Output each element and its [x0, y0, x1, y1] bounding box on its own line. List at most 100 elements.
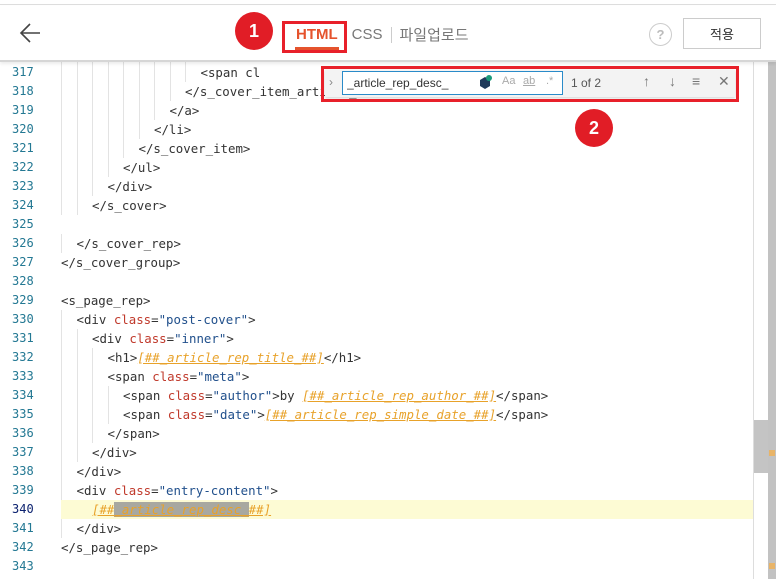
- code-token: <span: [123, 407, 168, 422]
- template-variable: _article_rep_desc_: [114, 502, 249, 517]
- code-line[interactable]: 326 </s_cover_rep>: [0, 234, 768, 253]
- code-line[interactable]: 338 </div>: [0, 462, 768, 481]
- code-line[interactable]: 336 </span>: [0, 424, 768, 443]
- code-line[interactable]: 327 </s_cover_group>: [0, 253, 768, 272]
- code-line[interactable]: 334 <span class="author">by [##_article_r…: [0, 386, 768, 405]
- tab-file-upload[interactable]: 파일업로드: [394, 24, 475, 45]
- line-number: 318: [12, 84, 34, 98]
- code-line[interactable]: 343: [0, 557, 768, 576]
- code-token: </s_cover_group>: [61, 255, 181, 270]
- code-token: >: [241, 369, 250, 384]
- code-token: =: [151, 312, 159, 327]
- code-token: </span>: [107, 426, 160, 441]
- code-token: >: [248, 312, 256, 327]
- code-token: =: [205, 407, 213, 422]
- code-token: </h1>: [323, 350, 362, 365]
- line-number: 340: [12, 502, 34, 516]
- help-button[interactable]: ?: [649, 23, 672, 46]
- code-token: "inner": [174, 331, 227, 346]
- code-editor[interactable]: 316<span cl317<span cl318</s_cover_item_…: [0, 62, 768, 579]
- ruler-match-marker: [769, 450, 775, 456]
- code-token: <s_page_rep>: [61, 293, 151, 308]
- code-token: </s_cover>: [92, 198, 167, 213]
- template-variable: [##: [92, 502, 115, 517]
- code-line[interactable]: 329 <s_page_rep>: [0, 291, 768, 310]
- code-token: >: [226, 331, 234, 346]
- template-variable: [##_article_rep_simple_date_##]: [264, 407, 497, 422]
- apply-button[interactable]: 적용: [683, 18, 761, 49]
- code-token: "date": [212, 407, 258, 422]
- code-line[interactable]: 330 <div class="post-cover">: [0, 310, 768, 329]
- back-arrow-icon[interactable]: [18, 20, 44, 46]
- code-token: <h1>: [107, 350, 138, 365]
- code-line[interactable]: 320 </li>: [0, 120, 768, 139]
- code-token: =: [151, 483, 159, 498]
- line-number: 327: [12, 255, 34, 269]
- scrollbar-thumb[interactable]: [754, 420, 768, 473]
- code-token: class: [167, 388, 206, 403]
- line-number: 341: [12, 521, 34, 535]
- template-variable: ##]: [248, 502, 272, 517]
- annotation-badge-1: 1: [235, 12, 273, 50]
- code-token: class: [167, 407, 206, 422]
- code-line[interactable]: 331 <div class="inner">: [0, 329, 768, 348]
- code-token: </div>: [76, 464, 122, 479]
- code-line[interactable]: 321 </s_cover_item>: [0, 139, 768, 158]
- code-line[interactable]: 322 </ul>: [0, 158, 768, 177]
- line-number: 334: [12, 388, 34, 402]
- code-token: "author": [212, 388, 273, 403]
- code-token: "entry-content": [158, 483, 271, 498]
- code-token: </span>: [496, 388, 549, 403]
- code-token: <div: [76, 483, 114, 498]
- code-token: >: [257, 407, 265, 422]
- vertical-scrollbar[interactable]: [753, 62, 768, 579]
- tab-css[interactable]: CSS: [346, 26, 389, 43]
- line-number: 330: [12, 312, 34, 326]
- code-token: </s_cover_rep>: [76, 236, 181, 251]
- code-line[interactable]: 340 [##_article_rep_desc_##]: [12, 500, 768, 519]
- code-token: <span: [123, 388, 168, 403]
- line-number: 337: [12, 445, 34, 459]
- code-line[interactable]: 319 </a>: [0, 101, 768, 120]
- code-line[interactable]: 337 </div>: [0, 443, 768, 462]
- code-token: <span cl: [200, 65, 261, 80]
- code-line[interactable]: 328: [0, 272, 768, 291]
- line-number: 319: [12, 103, 34, 117]
- line-number: 324: [12, 198, 34, 212]
- line-number: 329: [12, 293, 34, 307]
- code-token: "meta": [197, 369, 242, 384]
- code-line[interactable]: 335 <span class="date">[##_article_rep_si…: [0, 405, 768, 424]
- code-line[interactable]: 333 <span class="meta">: [0, 367, 768, 386]
- tab-divider: [390, 26, 392, 43]
- code-line[interactable]: 323 </div>: [0, 177, 768, 196]
- code-token: </div>: [76, 521, 122, 536]
- code-token: </s_cover_item>: [138, 141, 251, 156]
- code-token: </ul>: [123, 160, 161, 175]
- code-token: <div: [92, 331, 130, 346]
- code-line[interactable]: 341 </div>: [0, 519, 768, 538]
- code-token: </a>: [169, 103, 200, 118]
- code-line[interactable]: 342 </s_page_rep>: [0, 538, 768, 557]
- line-number: 342: [12, 540, 34, 554]
- code-token: =: [189, 369, 198, 384]
- line-number: 333: [12, 369, 34, 383]
- code-line[interactable]: 325: [0, 215, 768, 234]
- line-number: 331: [12, 331, 34, 345]
- code-token: "post-cover": [158, 312, 249, 327]
- code-line[interactable]: 339 <div class="entry-content">: [0, 481, 768, 500]
- line-number: 326: [12, 236, 34, 250]
- annotation-box-2: [321, 66, 739, 102]
- line-number: 332: [12, 350, 34, 364]
- top-border: [0, 0, 776, 5]
- annotation-badge-2: 2: [575, 109, 613, 147]
- code-token: </div>: [92, 445, 137, 460]
- line-number: 325: [12, 217, 34, 231]
- code-line[interactable]: 332 <h1>[##_article_rep_title_##]</h1>: [0, 348, 768, 367]
- ruler-match-marker: [769, 563, 775, 569]
- editor-header: HTML CSS 파일업로드 ? 적용: [0, 6, 776, 62]
- code-line[interactable]: 324 </s_cover>: [0, 196, 768, 215]
- line-number: 339: [12, 483, 34, 497]
- code-token: </div>: [107, 179, 153, 194]
- code-token: class: [113, 483, 152, 498]
- code-token: class: [152, 369, 190, 384]
